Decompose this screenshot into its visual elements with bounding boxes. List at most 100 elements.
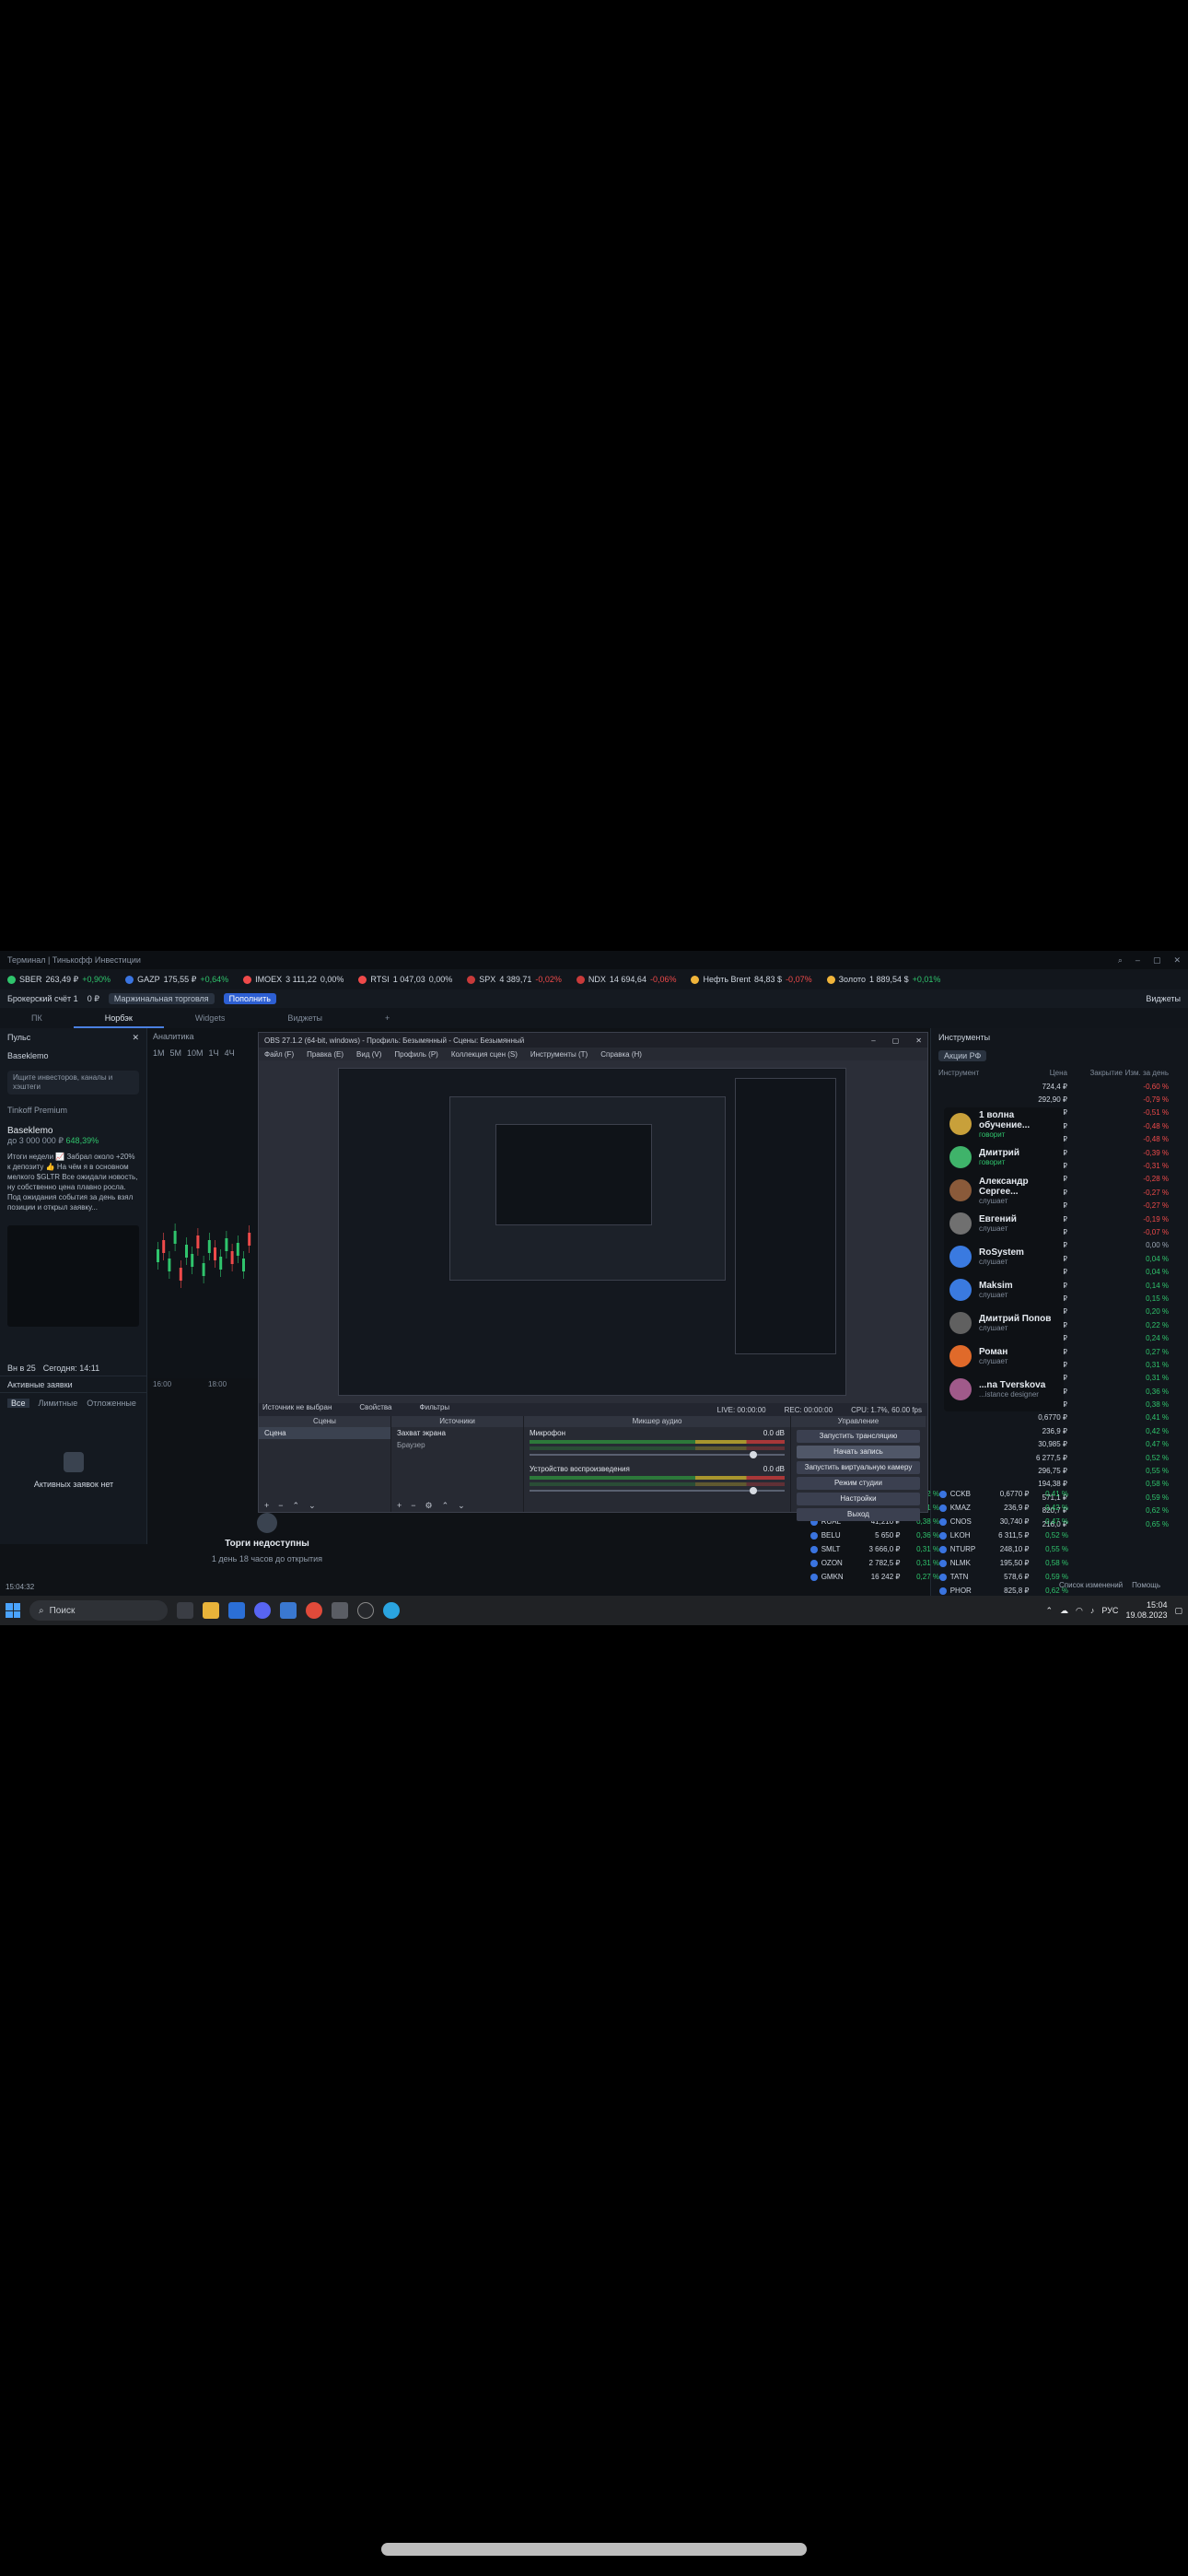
scene-item[interactable]: Сцена: [259, 1427, 390, 1439]
participant[interactable]: Евгений слушает: [944, 1207, 1064, 1240]
tab-vidzhety[interactable]: Виджеты: [256, 1008, 354, 1028]
grid-cell[interactable]: OZON 2 782,5 ₽ 0,31 %: [810, 1559, 939, 1567]
ticker-item[interactable]: Золото 1 889,54 $ +0,01%: [826, 975, 940, 984]
telegram-icon[interactable]: [383, 1602, 400, 1619]
down-icon[interactable]: ⌄: [309, 1501, 316, 1511]
instrument-row[interactable]: 292,90 ₽ -0,79 %: [931, 1093, 1188, 1106]
source-item[interactable]: Захват экрана: [391, 1427, 523, 1439]
start-virtual-camera-button[interactable]: Запустить виртуальную камеру: [797, 1461, 920, 1474]
col-close[interactable]: Закрытие: [1067, 1069, 1123, 1077]
instrument-row[interactable]: 30,985 ₽ 0,47 %: [931, 1438, 1188, 1451]
filter-pending[interactable]: Отложенные: [87, 1399, 136, 1408]
up-icon[interactable]: ⌃: [293, 1501, 300, 1511]
ticker-item[interactable]: RTSI 1 047,03 0,00%: [358, 975, 452, 984]
grid-cell[interactable]: BELU 5 650 ₽ 0,36 %: [810, 1531, 939, 1540]
menu-file[interactable]: Файл (F): [264, 1050, 294, 1059]
widgets-button[interactable]: Виджеты: [1146, 994, 1181, 1003]
file-explorer-icon[interactable]: [203, 1602, 219, 1619]
start-streaming-button[interactable]: Запустить трансляцию: [797, 1430, 920, 1443]
ticker-item[interactable]: IMOEX 3 111,22 0,00%: [243, 975, 344, 984]
participant[interactable]: ...na Tverskova ...istance designer: [944, 1373, 1064, 1406]
pulse-post[interactable]: Baseklemo до 3 000 000 ₽ 648,39% Итоги н…: [0, 1120, 146, 1218]
filter-all[interactable]: Все: [7, 1399, 29, 1408]
tab-norbek[interactable]: Норбэк: [73, 1008, 164, 1028]
tf-4h[interactable]: 4Ч: [225, 1048, 235, 1058]
obs-preview[interactable]: [259, 1060, 927, 1403]
notification-icon[interactable]: ▢: [1174, 1606, 1182, 1616]
instrument-row[interactable]: 0,6770 ₽ 0,41 %: [931, 1411, 1188, 1424]
discord-icon[interactable]: [254, 1602, 271, 1619]
grid-cell[interactable]: NTURP 248,10 ₽ 0,55 %: [939, 1545, 1068, 1553]
participant[interactable]: 1 волна обучение... говорит: [944, 1107, 1064, 1141]
premium-item[interactable]: Tinkoff Premium: [0, 1100, 146, 1120]
remove-icon[interactable]: −: [278, 1501, 283, 1510]
menu-scene-collection[interactable]: Коллекция сцен (S): [451, 1050, 518, 1059]
obs-icon[interactable]: [357, 1602, 374, 1619]
grid-cell[interactable]: GMKN 16 242 ₽ 0,27 %: [810, 1573, 939, 1581]
ticker-item[interactable]: SBER 263,49 ₽ +0,90%: [7, 975, 111, 985]
participant[interactable]: Дмитрий говорит: [944, 1141, 1064, 1174]
cloud-icon[interactable]: ☁: [1060, 1606, 1068, 1616]
participant[interactable]: Александр Сергее... слушает: [944, 1174, 1064, 1207]
windows-start-icon[interactable]: [6, 1603, 20, 1618]
taskbar-clock[interactable]: 15:04 19.08.2023: [1125, 1600, 1167, 1621]
tf-5m[interactable]: 5М: [170, 1048, 182, 1058]
menu-tools[interactable]: Инструменты (T): [530, 1050, 588, 1059]
candles-chart[interactable]: [153, 1212, 254, 1295]
exit-button[interactable]: Выход: [797, 1508, 920, 1521]
filters-button[interactable]: Фильтры: [420, 1403, 450, 1411]
task-view-icon[interactable]: [177, 1602, 193, 1619]
menu-profile[interactable]: Профиль (P): [394, 1050, 437, 1059]
close-icon[interactable]: ✕: [1173, 955, 1181, 966]
maximize-icon[interactable]: ▢: [1153, 955, 1161, 966]
edge-icon[interactable]: [228, 1602, 245, 1619]
feed-name[interactable]: Baseklemo: [7, 1051, 49, 1060]
participant[interactable]: Maksim слушает: [944, 1273, 1064, 1306]
wifi-icon[interactable]: ◠: [1076, 1606, 1083, 1616]
participant[interactable]: Роман слушает: [944, 1340, 1064, 1373]
close-icon[interactable]: ✕: [132, 1033, 139, 1043]
ticker-item[interactable]: Нефть Brent 84,83 $ -0,07%: [691, 975, 812, 984]
instrument-row[interactable]: 296,75 ₽ 0,55 %: [931, 1464, 1188, 1477]
close-icon[interactable]: ✕: [915, 1036, 922, 1045]
maximize-icon[interactable]: ▢: [892, 1036, 900, 1045]
grid-cell[interactable]: CCKB 0,6770 ₽ 0,41 %: [939, 1490, 1068, 1498]
volume-slider[interactable]: [530, 1487, 785, 1494]
grid-cell[interactable]: SMLT 3 666,0 ₽ 0,31 %: [810, 1545, 939, 1553]
col-price[interactable]: Цена: [1012, 1069, 1067, 1077]
tab-widgets[interactable]: Widgets: [164, 1008, 257, 1028]
tf-10m[interactable]: 10М: [187, 1048, 204, 1058]
list-changes-link[interactable]: Список изменений: [1059, 1581, 1123, 1589]
volume-slider[interactable]: [530, 1451, 785, 1458]
post-author[interactable]: Baseklemo: [7, 1126, 139, 1136]
menu-edit[interactable]: Правка (E): [307, 1050, 344, 1059]
col-change[interactable]: Изм. за день: [1123, 1069, 1169, 1077]
minimize-icon[interactable]: –: [871, 1036, 875, 1045]
settings-button[interactable]: Настройки: [797, 1493, 920, 1505]
properties-button[interactable]: Свойства: [359, 1403, 391, 1411]
ticker-item[interactable]: GAZP 175,55 ₽ +0,64%: [125, 975, 228, 985]
grid-cell[interactable]: TATN 578,6 ₽ 0,59 %: [939, 1573, 1068, 1581]
help-link[interactable]: Помощь: [1132, 1581, 1160, 1589]
grid-cell[interactable]: CNOS 30,740 ₽ 0,47 %: [939, 1517, 1068, 1526]
language-indicator[interactable]: РУС: [1101, 1606, 1118, 1615]
participant[interactable]: Дмитрий Попов слушает: [944, 1306, 1064, 1340]
grid-cell[interactable]: LKOH 6 311,5 ₽ 0,52 %: [939, 1531, 1068, 1540]
minimize-icon[interactable]: –: [1136, 955, 1140, 966]
start-recording-button[interactable]: Начать запись: [797, 1446, 920, 1458]
source-item[interactable]: Браузер: [391, 1439, 523, 1451]
participant[interactable]: RoSystem слушает: [944, 1240, 1064, 1273]
instrument-row[interactable]: 236,9 ₽ 0,42 %: [931, 1424, 1188, 1437]
search-icon[interactable]: ⌕: [1118, 955, 1123, 966]
account-selector[interactable]: Брокерский счёт 1: [7, 994, 78, 1003]
menu-help[interactable]: Справка (H): [600, 1050, 642, 1059]
calculator-icon[interactable]: [332, 1602, 348, 1619]
taskbar-search[interactable]: ⌕ Поиск: [29, 1600, 168, 1621]
ticker-item[interactable]: SPX 4 389,71 -0,02%: [467, 975, 562, 984]
filter-limit[interactable]: Лимитные: [39, 1399, 78, 1408]
tab-pc[interactable]: ПК: [0, 1008, 74, 1028]
remove-icon[interactable]: −: [411, 1501, 415, 1510]
instrument-row[interactable]: 724,4 ₽ -0,60 %: [931, 1080, 1188, 1093]
volume-icon[interactable]: ♪: [1090, 1606, 1095, 1615]
pulse-search-input[interactable]: Ищите инвесторов, каналы и хэштеги: [7, 1071, 139, 1095]
